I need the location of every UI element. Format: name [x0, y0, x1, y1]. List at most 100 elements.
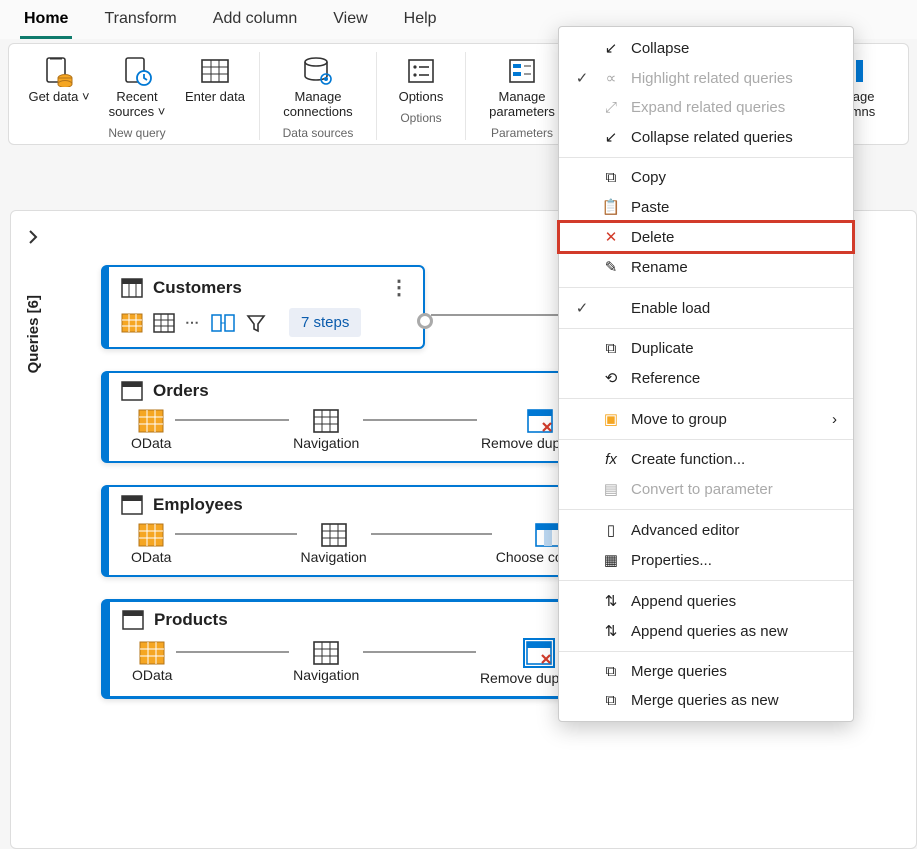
menu-properties[interactable]: ▦Properties...	[559, 545, 853, 575]
more-options-button[interactable]: ⋮	[389, 275, 411, 300]
tab-help[interactable]: Help	[400, 6, 441, 39]
properties-icon: ▦	[601, 551, 621, 569]
step-odata[interactable]: OData	[132, 641, 172, 683]
remove-duplicates-icon	[527, 409, 553, 433]
collapse-related-icon: ↙	[601, 128, 621, 146]
filter-icon	[245, 312, 267, 334]
tab-home[interactable]: Home	[20, 6, 72, 39]
query-card-customers[interactable]: Customers ⋮ ⋯ 7 steps	[101, 265, 425, 349]
table-icon	[121, 381, 143, 401]
function-icon: fx	[601, 451, 621, 468]
enter-data-button[interactable]: Enter data	[179, 52, 251, 120]
nav-table-icon	[153, 313, 175, 333]
get-data-label: Get data	[28, 89, 78, 104]
nav-table-icon	[313, 409, 339, 433]
menu-merge-queries[interactable]: ⧉Merge queries	[559, 657, 853, 686]
steps-badge[interactable]: 7 steps	[289, 308, 361, 337]
check-icon: ✓	[573, 299, 591, 317]
get-data-button[interactable]: Get data ˅	[23, 52, 95, 120]
merge-icon	[211, 312, 235, 334]
duplicate-icon: ⧉	[601, 340, 621, 357]
menu-append-queries[interactable]: ⇅Append queries	[559, 586, 853, 616]
paste-icon: 📋	[601, 198, 621, 216]
step-odata[interactable]: OData	[131, 409, 171, 451]
append-icon: ⇅	[601, 592, 621, 610]
query-name: Customers	[153, 278, 242, 298]
source-table-icon	[139, 641, 165, 665]
nav-table-icon	[313, 641, 339, 665]
database-gear-icon	[302, 54, 334, 88]
parameters-icon	[507, 54, 537, 88]
rename-icon: ✎	[601, 258, 621, 276]
menu-create-function[interactable]: fxCreate function...	[559, 445, 853, 474]
menu-move-to-group[interactable]: ▣Move to group›	[559, 404, 853, 434]
merge-icon: ⧉	[601, 663, 621, 680]
merge-new-icon: ⧉	[601, 692, 621, 709]
menu-copy[interactable]: ⧉Copy	[559, 163, 853, 192]
table-icon	[121, 278, 143, 298]
manage-connections-label: Manage connections	[270, 90, 366, 120]
check-icon: ✓	[573, 69, 591, 87]
menu-delete[interactable]: ✕Delete	[559, 222, 853, 252]
output-node[interactable]	[417, 313, 433, 329]
context-menu: ↙Collapse ✓∝Highlight related queries ⤢E…	[558, 26, 854, 722]
menu-convert-to-parameter: ▤Convert to parameter	[559, 474, 853, 504]
ribbon-group-label: Data sources	[283, 126, 354, 140]
ribbon-group-label: New query	[108, 126, 165, 140]
nav-table-icon	[321, 523, 347, 547]
query-card-products[interactable]: Products OData Navigation Remove dup	[101, 599, 624, 699]
recent-sources-button[interactable]: Recent sources ˅	[101, 52, 173, 120]
menu-enable-load[interactable]: ✓Enable load	[559, 293, 853, 323]
chevron-right-icon: ›	[832, 411, 837, 428]
query-card-orders[interactable]: Orders OData Navigation Remove duplicate…	[101, 371, 624, 463]
manage-parameters-label: Manage parameters	[476, 90, 568, 120]
editor-icon: ▯	[601, 521, 621, 539]
ribbon-group-new-query: Get data ˅ Recent sources ˅ Enter data N…	[15, 52, 260, 140]
menu-merge-queries-new[interactable]: ⧉Merge queries as new	[559, 686, 853, 715]
page-clock-icon	[121, 54, 153, 88]
menu-append-queries-new[interactable]: ⇅Append queries as new	[559, 616, 853, 646]
menu-reference[interactable]: ⟲Reference	[559, 363, 853, 393]
step-odata[interactable]: OData	[131, 523, 171, 565]
remove-duplicates-icon	[526, 641, 552, 665]
source-table-icon	[121, 313, 143, 333]
ribbon-group-data-sources: Manage connections Data sources	[260, 52, 377, 140]
related-icon: ∝	[601, 69, 621, 87]
delete-icon: ✕	[601, 228, 621, 246]
menu-paste[interactable]: 📋Paste	[559, 192, 853, 222]
menu-duplicate[interactable]: ⧉Duplicate	[559, 334, 853, 363]
options-label: Options	[399, 90, 444, 105]
tab-add-column[interactable]: Add column	[209, 6, 302, 39]
table-icon	[122, 610, 144, 630]
menu-expand-related: ⤢Expand related queries	[559, 93, 853, 122]
tab-view[interactable]: View	[329, 6, 371, 39]
manage-parameters-button[interactable]: Manage parameters	[474, 52, 570, 120]
chevron-down-icon: ˅	[82, 89, 90, 104]
menu-collapse[interactable]: ↙Collapse	[559, 33, 853, 63]
copy-icon: ⧉	[601, 169, 621, 186]
source-table-icon	[138, 409, 164, 433]
step-navigation[interactable]: Navigation	[301, 523, 367, 565]
ribbon-group-label: Parameters	[491, 126, 553, 140]
menu-rename[interactable]: ✎Rename	[559, 252, 853, 282]
query-name: Orders	[153, 381, 209, 401]
step-navigation[interactable]: Navigation	[293, 409, 359, 451]
options-button[interactable]: Options	[385, 52, 457, 105]
menu-highlight-related: ✓∝Highlight related queries	[559, 63, 853, 93]
query-card-employees[interactable]: Employees OData Navigation Choose column…	[101, 485, 624, 577]
source-table-icon	[138, 523, 164, 547]
menu-advanced-editor[interactable]: ▯Advanced editor	[559, 515, 853, 545]
choose-columns-icon	[535, 523, 561, 547]
ribbon-group-options: Options Options	[377, 52, 466, 140]
table-icon	[121, 495, 143, 515]
append-new-icon: ⇅	[601, 622, 621, 640]
ribbon-group-label: Options	[400, 111, 441, 125]
menu-collapse-related[interactable]: ↙Collapse related queries	[559, 122, 853, 152]
database-icon	[43, 54, 75, 88]
recent-sources-label: Recent sources	[109, 89, 158, 119]
step-navigation[interactable]: Navigation	[293, 641, 359, 683]
manage-connections-button[interactable]: Manage connections	[268, 52, 368, 120]
tab-transform[interactable]: Transform	[100, 6, 180, 39]
reference-icon: ⟲	[601, 369, 621, 387]
selected-step-highlight	[523, 638, 555, 668]
